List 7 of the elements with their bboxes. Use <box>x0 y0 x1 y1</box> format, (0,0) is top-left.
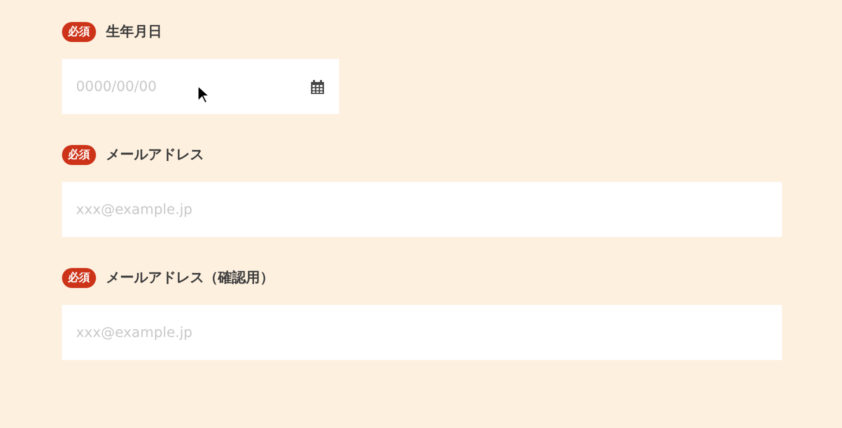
field-label: メールアドレス（確認用） <box>106 269 274 287</box>
required-badge: 必須 <box>62 145 96 165</box>
required-badge: 必須 <box>62 22 96 42</box>
field-label: メールアドレス <box>106 146 204 164</box>
required-badge: 必須 <box>62 268 96 288</box>
field-label: 生年月日 <box>106 23 162 41</box>
cursor-icon <box>197 85 210 105</box>
